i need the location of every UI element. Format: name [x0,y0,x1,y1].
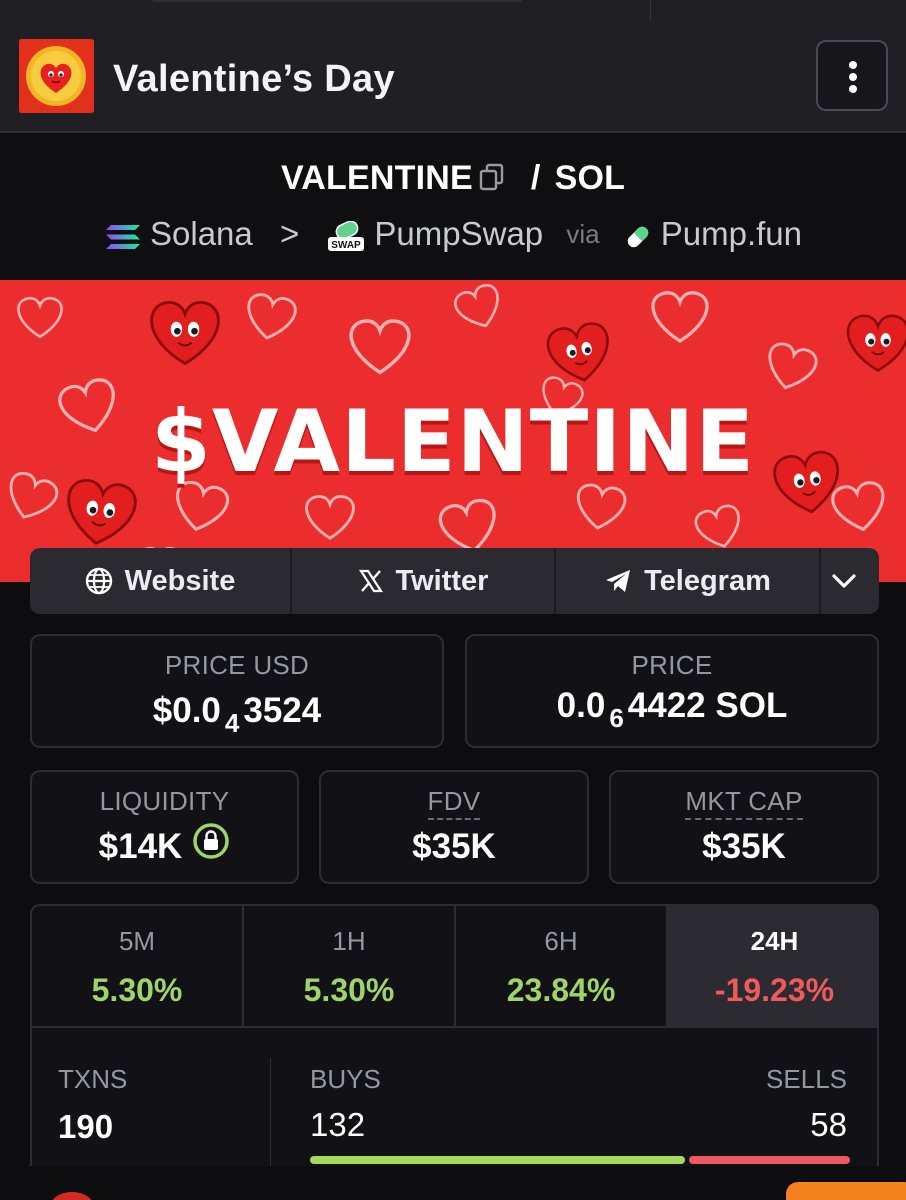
tab-6h-change: 23.84% [506,972,616,1008]
price-native-card: PRICE 0.0 6 4422 SOL [465,634,879,748]
price-usd-prefix: $0.0 [152,691,221,730]
pill-icon [627,226,648,247]
fdv-label-text[interactable]: FDV [427,786,481,820]
fdv-value: $35K [412,827,496,866]
launchpad-link[interactable]: Pump.fun [623,215,802,253]
heart-coin-logo [19,39,94,113]
price-usd-label: PRICE USD [164,650,310,680]
globe-icon [85,567,112,595]
stats-panel: 5M 5.30% 1H 5.30% 6H 23.84% 24H -19.23% … [30,904,879,1200]
price-native-value: 0.0 6 4422 SOL [467,686,877,734]
txns-label: TXNS [58,1064,128,1094]
token-banner: $VALENTINE [0,280,906,582]
svg-text:SWAP: SWAP [332,240,362,251]
menu-dot [849,85,857,93]
vertical-dots-icon [849,61,857,69]
twitter-label: Twitter [395,564,489,597]
dex-label: PumpSwap [374,215,544,253]
tab-1h-change: 5.30% [303,972,395,1008]
more-menu-button[interactable] [816,40,888,111]
tab-1h[interactable]: 1H 5.30% [244,906,456,1028]
divider [270,1058,271,1168]
fdv-card: FDV $35K [319,770,589,884]
sells-label: SELLS [766,1064,847,1094]
browser-top-strip [0,0,906,20]
telegram-link[interactable]: Telegram [556,548,821,614]
mkt-cap-value: $35K [702,827,786,866]
chevron-down-icon [832,574,856,588]
price-usd-card: PRICE USD $0.0 4 3524 [30,634,444,748]
price-native-prefix: 0.0 [556,686,606,725]
lock-icon[interactable] [192,822,230,869]
chain-label: Solana [150,215,253,253]
token-header: Valentine’s Day [0,20,906,133]
tab-1h-label: 1H [332,926,366,956]
page-title: Valentine’s Day [113,58,395,100]
tab-24h-label: 24H [750,926,799,956]
action-button[interactable] [786,1182,906,1200]
breadcrumb: Solana > SWAP PumpSwap via Pump.fun [0,213,906,253]
chain-link[interactable]: Solana [104,215,253,253]
tab-6h-label: 6H [544,926,578,956]
launchpad-label: Pump.fun [660,215,802,253]
tab-24h[interactable]: 24H -19.23% [668,906,877,1028]
buys-value: 132 [310,1106,366,1143]
tab-5m-label: 5M [118,926,156,956]
dex-link[interactable]: SWAP PumpSwap [326,215,543,253]
liquidity-amount: $14K [98,827,183,866]
banner-title: $VALENTINE [150,392,756,492]
menu-dot [849,73,857,81]
chevron-right-icon: > [279,215,300,253]
sells-value: 58 [810,1106,847,1143]
tab-5m[interactable]: 5M 5.30% [32,906,244,1028]
sells-bar [689,1156,850,1164]
base-symbol: VALENTINE [280,159,473,197]
telegram-label: Telegram [644,564,771,597]
mkt-cap-label: MKT CAP [611,786,877,820]
tab-5m-change: 5.30% [91,972,183,1008]
txns-value: 190 [58,1108,114,1145]
price-usd-zeros: 4 [224,708,240,738]
price-native-zeros: 6 [609,703,624,733]
telegram-icon [606,570,631,592]
divider [650,0,651,20]
solana-icon [106,224,140,249]
fdv-label: FDV [321,786,587,820]
social-links-bar: Website Twitter Telegram [30,548,879,614]
buys-bar [310,1156,685,1164]
bottom-area [0,1166,906,1200]
liquidity-card: LIQUIDITY $14K [30,770,299,884]
liquidity-label: LIQUIDITY [99,786,230,816]
more-links-button[interactable] [821,548,879,614]
tab-24h-change: -19.23% [714,972,835,1008]
website-label: Website [124,564,236,597]
twitter-link[interactable]: Twitter [292,548,556,614]
pair-info: VALENTINE / SOL Solana > SWAP PumpSwap via … [0,135,906,280]
buys-label: BUYS [310,1064,381,1094]
quote-symbol: SOL [554,159,626,197]
price-native-label: PRICE [631,650,713,680]
x-logo-icon [358,569,383,593]
price-usd-digits: 3524 [243,691,322,730]
copy-icon[interactable] [479,161,505,200]
pair-separator: / [530,159,541,197]
website-link[interactable]: Website [30,548,292,614]
price-usd-value: $0.0 4 3524 [32,691,442,739]
address-bar[interactable] [150,0,524,2]
pumpswap-icon: SWAP [328,220,365,251]
mkt-cap-label-text[interactable]: MKT CAP [685,786,803,820]
price-native-digits: 4422 [627,686,706,725]
liquidity-value: $14K [32,823,297,869]
via-label: via [566,218,600,249]
mkt-cap-card: MKT CAP $35K [609,770,879,884]
pair-title: VALENTINE / SOL [0,159,906,200]
tab-6h[interactable]: 6H 23.84% [456,906,668,1028]
price-native-unit: SOL [715,686,788,725]
